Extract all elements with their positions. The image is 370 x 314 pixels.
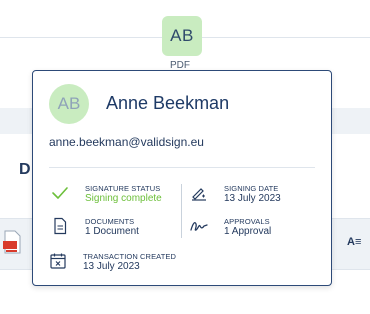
signing-date-label: SIGNING DATE bbox=[224, 184, 279, 193]
document-icon bbox=[54, 217, 67, 235]
signer-email: anne.beekman@validsign.eu bbox=[49, 135, 204, 149]
popover-divider bbox=[49, 167, 315, 168]
approvals-label: APPROVALS bbox=[224, 217, 270, 226]
popover-avatar: AB bbox=[49, 84, 89, 124]
signature-status-value: Signing complete bbox=[85, 193, 162, 204]
documents-value: 1 Document bbox=[85, 226, 139, 237]
signer-popover: AB Anne Beekman anne.beekman@validsign.e… bbox=[32, 70, 332, 286]
popover-column-divider bbox=[181, 184, 182, 238]
sort-icon[interactable]: A≡ bbox=[347, 236, 361, 248]
approvals-value: 1 Approval bbox=[224, 226, 272, 237]
transaction-created-value: 13 July 2023 bbox=[83, 261, 140, 272]
signer-name: Anne Beekman bbox=[106, 93, 230, 113]
calendar-icon bbox=[50, 253, 66, 269]
signer-avatar[interactable]: AB bbox=[162, 16, 202, 56]
pdf-document-icon[interactable] bbox=[3, 230, 21, 254]
check-icon bbox=[52, 187, 68, 199]
transaction-created-label: TRANSACTION CREATED bbox=[83, 252, 177, 261]
signature-status-label: SIGNATURE STATUS bbox=[85, 184, 161, 193]
documents-label: DOCUMENTS bbox=[85, 217, 135, 226]
signing-date-value: 13 July 2023 bbox=[224, 193, 281, 204]
section-heading: D bbox=[19, 161, 31, 178]
signature-icon bbox=[190, 222, 208, 231]
signing-pen-icon bbox=[192, 188, 206, 201]
